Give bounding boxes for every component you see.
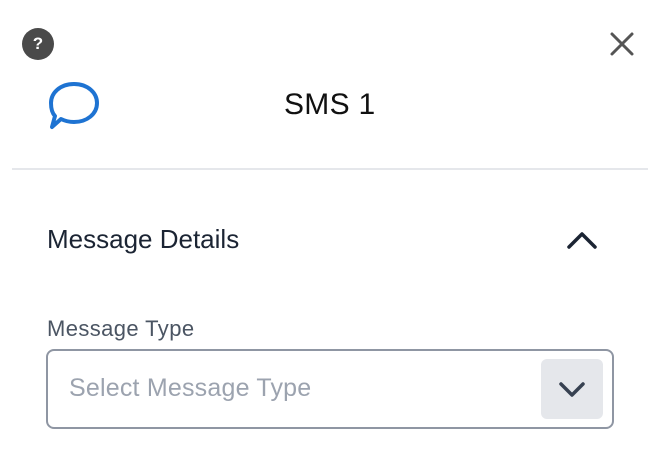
message-type-select[interactable]: Select Message Type [46,349,614,429]
header-divider [12,168,648,170]
message-type-placeholder: Select Message Type [69,374,312,402]
dropdown-toggle[interactable] [541,359,603,419]
section-title: Message Details [47,224,240,254]
collapse-section-button[interactable] [562,222,602,258]
close-button[interactable] [606,28,638,60]
sms-settings-panel: ? SMS 1 Message Details Message Type Sel… [0,0,662,462]
page-title: SMS 1 [284,88,376,121]
chevron-up-icon [567,232,597,249]
help-icon: ? [32,34,44,53]
help-button[interactable]: ? [22,28,54,60]
message-type-label: Message Type [47,316,195,341]
chat-bubble-icon [49,82,99,129]
close-icon [610,32,634,56]
chevron-down-icon [559,382,585,397]
